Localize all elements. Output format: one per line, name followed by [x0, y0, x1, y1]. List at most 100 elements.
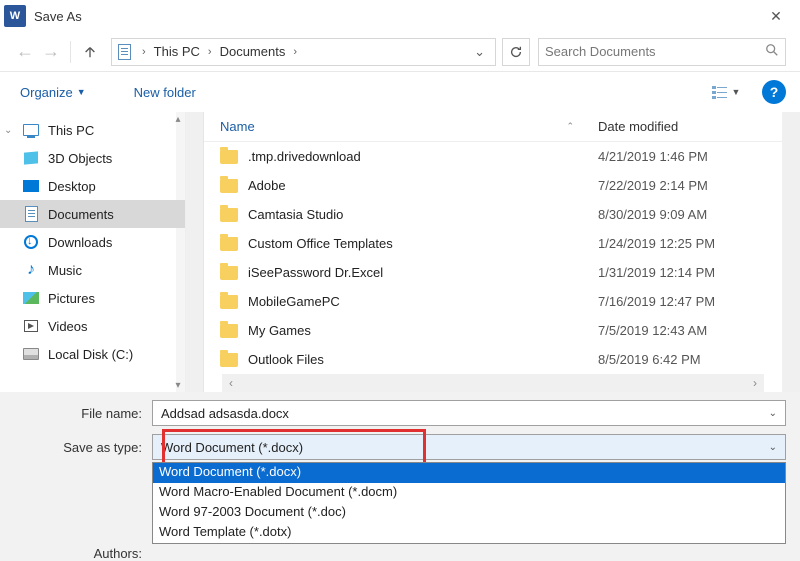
chevron-right-icon[interactable]: ›	[287, 46, 303, 58]
column-date-header[interactable]: Date modified	[588, 119, 782, 134]
column-name-label: Name	[220, 119, 255, 134]
file-name-label: File name:	[14, 406, 152, 421]
refresh-button[interactable]	[502, 38, 530, 66]
scroll-right-icon[interactable]: ›	[746, 376, 764, 390]
breadcrumb[interactable]: › This PC › Documents › ⌄	[111, 38, 496, 66]
expand-icon[interactable]: ⌄	[4, 125, 12, 136]
file-list: Name ⌃ Date modified .tmp.drivedownload 4…	[204, 112, 782, 392]
file-name: Camtasia Studio	[248, 207, 343, 222]
tree-item-label: Desktop	[48, 179, 96, 194]
file-row[interactable]: Camtasia Studio 8/30/2019 9:09 AM	[204, 200, 782, 229]
tree-item-label: Downloads	[48, 235, 112, 250]
tree-item-label: This PC	[48, 123, 94, 138]
save-as-type-select[interactable]: Word Document (*.docx) ⌄	[152, 434, 786, 460]
tree-item-music[interactable]: ♪Music	[0, 256, 185, 284]
tree-item-local-disk-c-[interactable]: Local Disk (C:)	[0, 340, 185, 368]
breadcrumb-dropdown-icon[interactable]: ⌄	[468, 44, 491, 60]
vertical-scrollbar[interactable]	[782, 112, 800, 392]
file-date: 7/5/2019 12:43 AM	[588, 323, 782, 338]
tree-item-pictures[interactable]: Pictures	[0, 284, 185, 312]
file-row[interactable]: Outlook Files8/5/2019 6:42 PM	[204, 345, 782, 374]
column-headers: Name ⌃ Date modified	[204, 112, 782, 142]
scroll-left-icon[interactable]: ‹	[222, 376, 240, 390]
folder-icon	[220, 208, 238, 222]
tree-scroll-down[interactable]: ▾	[171, 378, 185, 392]
type-option[interactable]: Word Template (*.dotx)	[153, 523, 785, 543]
type-option[interactable]: Word Document (*.docx)	[153, 463, 785, 483]
search-icon[interactable]	[765, 43, 779, 60]
file-date: 1/24/2019 12:25 PM	[588, 236, 782, 251]
view-options-button[interactable]: ▼	[704, 79, 748, 105]
toolbar: Organize ▼ New folder ▼ ?	[0, 72, 800, 112]
tree-item-label: Pictures	[48, 291, 95, 306]
new-folder-label: New folder	[134, 85, 196, 100]
file-row[interactable]: MobileGamePC7/16/2019 12:47 PM	[204, 287, 782, 316]
file-name-value: Addsad adsasda.docx	[161, 406, 769, 421]
file-date: 7/22/2019 2:14 PM	[588, 178, 782, 193]
save-form: File name: Addsad adsasda.docx ⌄ Save as…	[0, 392, 800, 561]
file-name: Custom Office Templates	[248, 236, 393, 251]
down-icon	[22, 233, 40, 251]
search-input[interactable]: Search Documents	[538, 38, 786, 66]
tree-item-videos[interactable]: Videos	[0, 312, 185, 340]
column-name-header[interactable]: Name ⌃	[204, 119, 588, 134]
file-row[interactable]: Custom Office Templates 1/24/2019 12:25 P…	[204, 229, 782, 258]
word-app-icon: W	[4, 5, 26, 27]
chevron-right-icon[interactable]: ›	[202, 46, 218, 58]
back-button[interactable]: ←	[12, 39, 38, 65]
navigation-tree: ▴ ⌄This PC3D ObjectsDesktopDocumentsDown…	[0, 112, 186, 392]
file-date: 1/31/2019 12:14 PM	[588, 265, 782, 280]
tree-item-this-pc[interactable]: ⌄ This PC	[0, 116, 185, 144]
new-folder-button[interactable]: New folder	[128, 81, 202, 104]
list-view-icon	[712, 85, 728, 99]
cube-icon	[22, 149, 40, 167]
file-name: iSeePassword Dr.Excel	[248, 265, 383, 280]
file-date: 8/30/2019 9:09 AM	[588, 207, 782, 222]
tree-item-documents[interactable]: Documents	[0, 200, 185, 228]
close-button[interactable]: ✕	[756, 0, 796, 32]
type-option[interactable]: Word Macro-Enabled Document (*.docm)	[153, 483, 785, 503]
file-name: Outlook Files	[248, 352, 324, 367]
vid-icon	[22, 317, 40, 335]
window-title: Save As	[34, 9, 82, 24]
tree-item-3d-objects[interactable]: 3D Objects	[0, 144, 185, 172]
file-row[interactable]: Adobe 7/22/2019 2:14 PM	[204, 171, 782, 200]
file-row[interactable]: iSeePassword Dr.Excel 1/31/2019 12:14 PM	[204, 258, 782, 287]
tree-item-label: Documents	[48, 207, 114, 222]
chevron-down-icon: ▼	[77, 87, 86, 97]
file-name: .tmp.drivedownload	[248, 149, 361, 164]
folder-icon	[220, 324, 238, 338]
folder-icon	[220, 237, 238, 251]
tree-splitter[interactable]	[186, 112, 204, 392]
up-button[interactable]	[77, 39, 103, 65]
forward-button[interactable]: →	[38, 39, 64, 65]
file-row[interactable]: .tmp.drivedownload 4/21/2019 1:46 PM	[204, 142, 782, 171]
folder-icon	[220, 295, 238, 309]
monitor-icon	[22, 121, 40, 139]
file-date: 4/21/2019 1:46 PM	[588, 149, 782, 164]
type-option[interactable]: Word 97-2003 Document (*.doc)	[153, 503, 785, 523]
save-as-type-value: Word Document (*.docx)	[161, 440, 769, 455]
title-bar: W Save As ✕	[0, 0, 800, 32]
file-name: Adobe	[248, 178, 286, 193]
tree-item-downloads[interactable]: Downloads	[0, 228, 185, 256]
folder-icon	[220, 266, 238, 280]
tree-item-desktop[interactable]: Desktop	[0, 172, 185, 200]
desktop-icon	[22, 177, 40, 195]
horizontal-scrollbar[interactable]: ‹ ›	[222, 374, 764, 392]
chevron-right-icon[interactable]: ›	[136, 46, 152, 58]
file-row[interactable]: My Games7/5/2019 12:43 AM	[204, 316, 782, 345]
tree-item-label: Local Disk (C:)	[48, 347, 133, 362]
tree-item-label: 3D Objects	[48, 151, 112, 166]
help-button[interactable]: ?	[762, 80, 786, 104]
folder-icon	[220, 179, 238, 193]
chevron-down-icon[interactable]: ⌄	[769, 408, 777, 419]
file-name-input[interactable]: Addsad adsasda.docx ⌄	[152, 400, 786, 426]
breadcrumb-documents[interactable]: Documents	[218, 44, 288, 59]
file-date: 7/16/2019 12:47 PM	[588, 294, 782, 309]
authors-label: Authors:	[14, 546, 152, 561]
organize-menu[interactable]: Organize ▼	[14, 81, 92, 104]
chevron-down-icon[interactable]: ⌄	[769, 442, 777, 453]
tree-item-label: Videos	[48, 319, 88, 334]
breadcrumb-this-pc[interactable]: This PC	[152, 44, 202, 59]
